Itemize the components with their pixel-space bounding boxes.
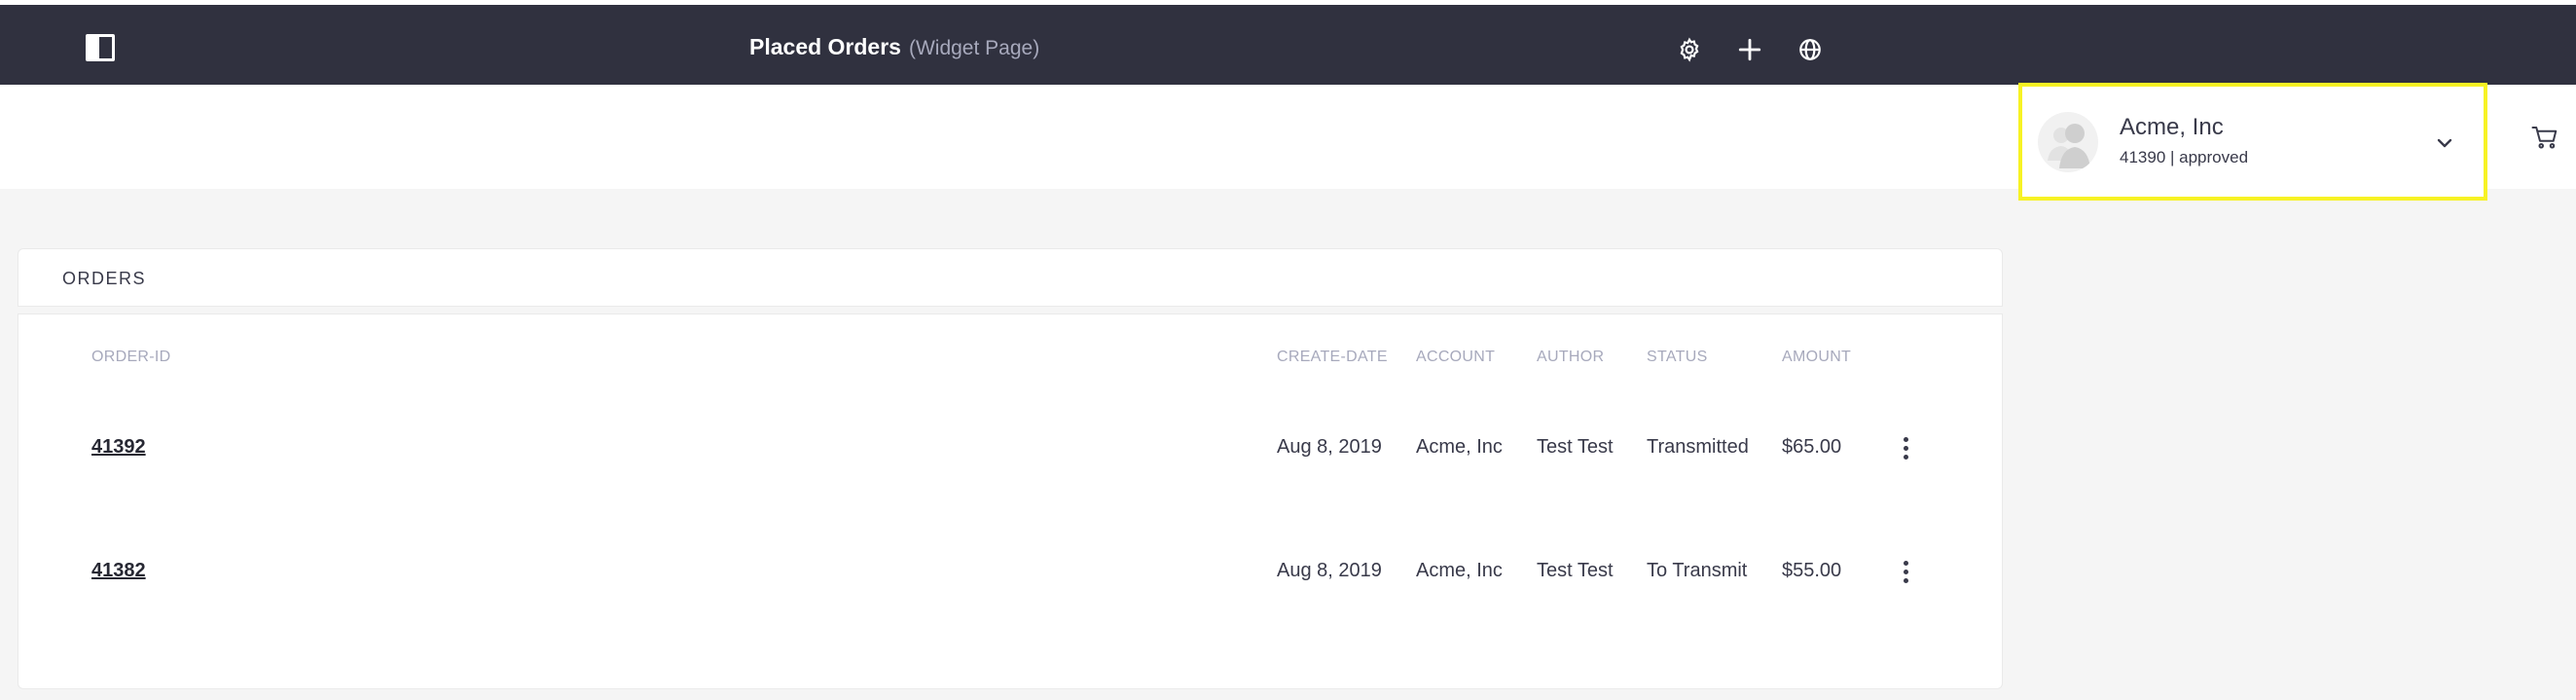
order-author: Test Test bbox=[1537, 436, 1614, 458]
order-create-date: Aug 8, 2019 bbox=[1277, 436, 1382, 458]
account-name: Acme, Inc bbox=[2120, 114, 2224, 140]
order-account: Acme, Inc bbox=[1416, 560, 1503, 581]
order-id-link[interactable]: 41382 bbox=[91, 560, 146, 582]
account-avatar-icon bbox=[2038, 112, 2098, 172]
column-header-amount[interactable]: AMOUNT bbox=[1782, 349, 1851, 366]
order-amount: $65.00 bbox=[1782, 436, 1842, 458]
account-selector[interactable]: Acme, Inc 41390 | approved bbox=[2018, 83, 2487, 201]
account-status: 41390 | approved bbox=[2120, 148, 2249, 166]
simulation-icon[interactable] bbox=[1794, 33, 1827, 66]
orders-heading: ORDERS bbox=[62, 269, 147, 288]
plus-icon[interactable] bbox=[1733, 33, 1766, 66]
gear-icon[interactable] bbox=[1673, 33, 1706, 66]
chevron-down-icon[interactable] bbox=[2433, 131, 2456, 155]
column-header-author[interactable]: AUTHOR bbox=[1537, 349, 1604, 366]
order-author: Test Test bbox=[1537, 560, 1614, 581]
orders-table bbox=[18, 313, 2003, 689]
order-status: Transmitted bbox=[1647, 436, 1749, 458]
column-header-status[interactable]: STATUS bbox=[1647, 349, 1708, 366]
order-create-date: Aug 8, 2019 bbox=[1277, 560, 1382, 581]
cart-icon[interactable] bbox=[2530, 123, 2559, 152]
control-menu: Placed Orders (Widget Page) bbox=[0, 5, 2576, 85]
orders-card-header: ORDERS bbox=[18, 248, 2003, 307]
order-status: To Transmit bbox=[1647, 560, 1748, 581]
order-amount: $55.00 bbox=[1782, 560, 1842, 581]
page-title-text: Placed Orders bbox=[749, 34, 901, 59]
order-account: Acme, Inc bbox=[1416, 436, 1503, 458]
column-header-account[interactable]: ACCOUNT bbox=[1416, 349, 1495, 366]
page-title: Placed Orders (Widget Page) bbox=[749, 34, 1039, 67]
row-actions-kebab-icon[interactable] bbox=[1894, 431, 1917, 464]
order-id-link[interactable]: 41392 bbox=[91, 436, 146, 459]
row-actions-kebab-icon[interactable] bbox=[1894, 555, 1917, 588]
column-header-order-id[interactable]: ORDER-ID bbox=[91, 349, 171, 366]
page-type-label: (Widget Page) bbox=[908, 37, 1040, 59]
sidebar-toggle-icon[interactable] bbox=[86, 34, 115, 61]
column-header-create-date[interactable]: CREATE-DATE bbox=[1277, 349, 1388, 366]
